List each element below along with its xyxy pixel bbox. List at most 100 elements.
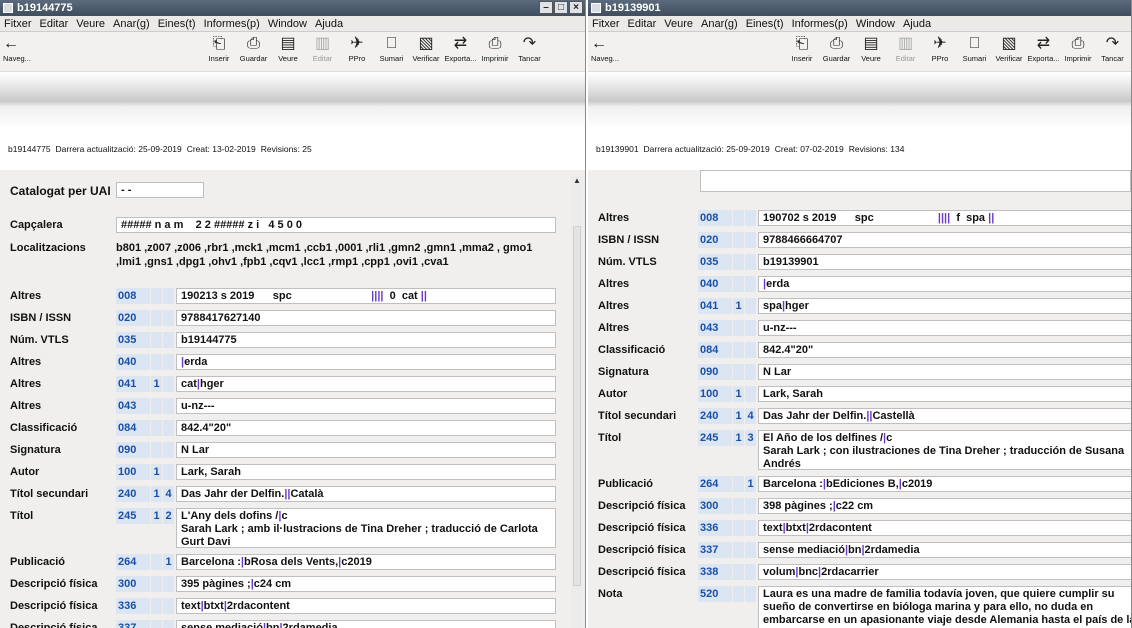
indicator-1[interactable] xyxy=(151,288,162,304)
field-tag-245[interactable]: 245 xyxy=(698,430,732,446)
field-tag-041[interactable]: 041 xyxy=(698,298,732,314)
field-value-035[interactable]: b19139901 xyxy=(758,254,1131,270)
indicator-2[interactable]: 1 xyxy=(163,554,174,570)
menu-item-veure[interactable]: Veure xyxy=(664,18,693,30)
field-tag-100[interactable]: 100 xyxy=(698,386,732,402)
field-value-020[interactable]: 9788417627140 xyxy=(176,310,556,326)
indicator-1[interactable] xyxy=(733,520,744,536)
field-value-336[interactable]: text|btxt|2rdacontent xyxy=(176,598,556,614)
menu-item-window[interactable]: Window xyxy=(856,18,895,30)
indicator-1[interactable] xyxy=(733,364,744,380)
imprimir-button[interactable]: ⎙ Imprimir xyxy=(476,35,514,63)
field-tag-300[interactable]: 300 xyxy=(116,576,150,592)
indicator-1[interactable] xyxy=(151,598,162,614)
indicator-1[interactable]: 1 xyxy=(733,430,744,446)
indicator-1[interactable]: 1 xyxy=(151,486,162,502)
field-value-100[interactable]: Lark, Sarah xyxy=(176,464,556,480)
indicator-1[interactable] xyxy=(733,542,744,558)
indicator-1[interactable]: 1 xyxy=(151,376,162,392)
field-value-040[interactable]: |erda xyxy=(176,354,556,370)
field-tag-084[interactable]: 084 xyxy=(698,342,732,358)
menu-item-informesp[interactable]: Informes(p) xyxy=(792,18,848,30)
indicator-2[interactable] xyxy=(163,620,174,628)
field-value-520[interactable]: Laura es una madre de familia todavía jo… xyxy=(758,586,1131,628)
field-tag-043[interactable]: 043 xyxy=(698,320,732,336)
indicator-2[interactable] xyxy=(745,210,756,226)
indicator-2[interactable] xyxy=(745,386,756,402)
indicator-1[interactable] xyxy=(151,576,162,592)
indicator-1[interactable] xyxy=(733,276,744,292)
field-value-300[interactable]: 398 pàgines ;|c22 cm xyxy=(758,498,1131,514)
indicator-1[interactable] xyxy=(151,310,162,326)
close-window-button[interactable]: × xyxy=(569,1,583,14)
menu-item-fitxer[interactable]: Fitxer xyxy=(592,18,620,30)
indicator-2[interactable]: 4 xyxy=(163,486,174,502)
menu-item-informesp[interactable]: Informes(p) xyxy=(204,18,260,30)
field-value-100[interactable]: Lark, Sarah xyxy=(758,386,1131,402)
indicator-1[interactable]: 1 xyxy=(733,408,744,424)
indicator-2[interactable] xyxy=(745,342,756,358)
indicator-2[interactable] xyxy=(163,398,174,414)
indicator-1[interactable] xyxy=(151,332,162,348)
indicator-1[interactable] xyxy=(151,554,162,570)
indicator-2[interactable] xyxy=(163,310,174,326)
indicator-2[interactable]: 2 xyxy=(163,508,174,524)
field-value-043[interactable]: u-nz--- xyxy=(758,320,1131,336)
minimize-button[interactable]: – xyxy=(539,1,553,14)
field-value-337[interactable]: sense mediació|bn|2rdamedia xyxy=(176,620,556,628)
field-tag-336[interactable]: 336 xyxy=(116,598,150,614)
field-tag-337[interactable]: 337 xyxy=(116,620,150,628)
indicator-1[interactable]: 1 xyxy=(733,298,744,314)
left-title-bar[interactable]: b19144775 – □ × xyxy=(0,0,585,16)
menu-item-editar[interactable]: Editar xyxy=(40,18,69,30)
indicator-2[interactable] xyxy=(745,564,756,580)
guardar-button[interactable]: ⎙ Guardar xyxy=(235,35,273,63)
editar-button[interactable]: ▥ Editar xyxy=(887,35,925,63)
indicator-2[interactable] xyxy=(163,288,174,304)
indicator-1[interactable] xyxy=(733,498,744,514)
field-tag-040[interactable]: 040 xyxy=(698,276,732,292)
indicator-1[interactable] xyxy=(151,398,162,414)
tancar-button[interactable]: ↷ Tancar xyxy=(1094,35,1132,63)
field-value-090[interactable]: N Lar xyxy=(758,364,1131,380)
indicator-2[interactable]: 3 xyxy=(745,430,756,446)
indicator-2[interactable] xyxy=(745,498,756,514)
indicator-1[interactable]: 1 xyxy=(151,508,162,524)
field-tag-035[interactable]: 035 xyxy=(116,332,150,348)
field-tag-337[interactable]: 337 xyxy=(698,542,732,558)
field-value-264[interactable]: Barcelona :|bRosa dels Vents,|c2019 xyxy=(176,554,556,570)
field-tag-264[interactable]: 264 xyxy=(698,476,732,492)
exporta-button[interactable]: ⇄ Exporta... xyxy=(442,35,480,63)
field-tag-008[interactable]: 008 xyxy=(698,210,732,226)
indicator-2[interactable] xyxy=(745,276,756,292)
indicator-1[interactable] xyxy=(733,232,744,248)
indicator-1[interactable] xyxy=(733,476,744,492)
indicator-2[interactable] xyxy=(745,542,756,558)
right-title-bar[interactable]: b19139901 xyxy=(588,0,1131,16)
indicator-2[interactable] xyxy=(163,354,174,370)
exporta-button[interactable]: ⇄ Exporta... xyxy=(1025,35,1063,63)
field-value-020[interactable]: 9788466664707 xyxy=(758,232,1131,248)
field-tag-264[interactable]: 264 xyxy=(116,554,150,570)
field-value-084[interactable]: 842.4"20" xyxy=(176,420,556,436)
sumari-button[interactable]: ⎕ Sumari xyxy=(373,35,411,63)
indicator-1[interactable] xyxy=(733,342,744,358)
indicator-2[interactable] xyxy=(163,442,174,458)
field-tag-084[interactable]: 084 xyxy=(116,420,150,436)
menu-item-anarg[interactable]: Anar(g) xyxy=(113,18,150,30)
imprimir-button[interactable]: ⎙ Imprimir xyxy=(1059,35,1097,63)
field-value-035[interactable]: b19144775 xyxy=(176,332,556,348)
field-tag-041[interactable]: 041 xyxy=(116,376,150,392)
veure-button[interactable]: ▤ Veure xyxy=(852,35,890,63)
indicator-1[interactable] xyxy=(733,210,744,226)
ppro-button[interactable]: ✈ PPro xyxy=(338,35,376,63)
field-tag-338[interactable]: 338 xyxy=(698,564,732,580)
indicator-2[interactable]: 1 xyxy=(745,476,756,492)
left-scrollbar[interactable]: ▲ xyxy=(571,176,583,628)
leader-field[interactable]: ##### n a m 2 2 ##### z i 4 5 0 0 xyxy=(116,217,556,233)
field-value-008[interactable]: 190702 s 2019 spc |||| f spa || xyxy=(758,210,1131,226)
indicator-2[interactable] xyxy=(163,376,174,392)
field-tag-020[interactable]: 020 xyxy=(116,310,150,326)
field-tag-035[interactable]: 035 xyxy=(698,254,732,270)
field-tag-245[interactable]: 245 xyxy=(116,508,150,524)
